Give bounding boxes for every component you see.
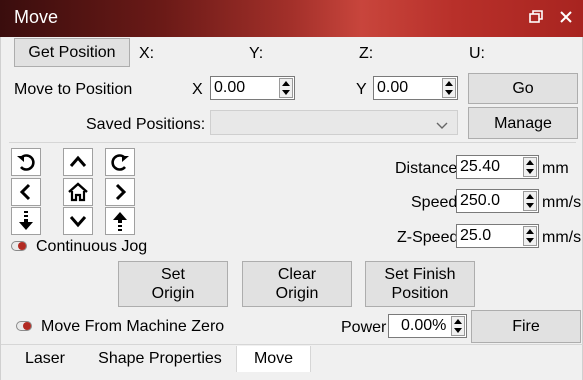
- x-position-label: X:: [139, 45, 155, 62]
- saved-positions-select[interactable]: [210, 110, 458, 135]
- close-icon[interactable]: [556, 7, 576, 27]
- arrow-right-icon[interactable]: [105, 178, 135, 206]
- move-y-value: 0.00: [377, 79, 409, 96]
- fire-button[interactable]: Fire: [471, 310, 581, 343]
- spin-arrows-icon[interactable]: [442, 78, 456, 98]
- distance-label: Distance: [395, 160, 458, 177]
- tab-laser[interactable]: Laser: [9, 346, 81, 372]
- move-from-machine-zero-label: Move From Machine Zero: [41, 318, 225, 335]
- spin-arrows-icon[interactable]: [523, 191, 537, 211]
- z-up-icon[interactable]: [105, 207, 135, 235]
- move-panel: Get Position X: Y: Z: U: Move to Positio…: [0, 37, 583, 380]
- move-y-label: Y: [356, 81, 367, 98]
- arrow-left-icon[interactable]: [11, 178, 41, 206]
- get-position-button[interactable]: Get Position: [14, 38, 130, 67]
- spin-arrows-icon[interactable]: [523, 226, 537, 246]
- home-icon[interactable]: [63, 178, 93, 206]
- move-to-position-label: Move to Position: [14, 81, 133, 98]
- z-speed-value: 25.0: [460, 227, 492, 244]
- chevron-down-icon: [435, 117, 449, 135]
- set-origin-button[interactable]: Set Origin: [118, 261, 228, 307]
- rotate-cw-icon[interactable]: [105, 148, 135, 176]
- manage-button[interactable]: Manage: [468, 107, 578, 139]
- y-position-label: Y:: [249, 45, 264, 62]
- spin-arrows-icon[interactable]: [451, 316, 465, 336]
- title-bar: Move: [0, 0, 583, 37]
- distance-value: 25.40: [460, 158, 501, 175]
- continuous-jog-toggle[interactable]: [11, 241, 27, 251]
- restore-window-icon[interactable]: [526, 7, 546, 27]
- power-value: 0.00%: [401, 317, 447, 334]
- tab-bar: Laser Shape Properties Move: [1, 344, 583, 380]
- move-x-input[interactable]: 0.00: [210, 76, 295, 100]
- move-x-label: X: [192, 81, 203, 98]
- speed-label: Speed: [411, 194, 458, 211]
- spin-arrows-icon[interactable]: [523, 157, 537, 177]
- speed-input[interactable]: 250.0: [456, 189, 539, 213]
- continuous-jog-label: Continuous Jog: [36, 238, 148, 255]
- tab-shape-properties[interactable]: Shape Properties: [85, 346, 235, 372]
- speed-unit: mm/s: [542, 194, 582, 211]
- z-position-label: Z:: [359, 45, 374, 62]
- spin-arrows-icon[interactable]: [279, 78, 293, 98]
- saved-positions-label: Saved Positions:: [86, 116, 206, 133]
- z-speed-input[interactable]: 25.0: [456, 224, 539, 248]
- power-label: Power: [341, 319, 387, 336]
- z-speed-unit: mm/s: [542, 229, 582, 246]
- set-finish-position-button[interactable]: Set Finish Position: [365, 261, 475, 307]
- move-x-value: 0.00: [214, 79, 246, 96]
- distance-input[interactable]: 25.40: [456, 155, 539, 179]
- arrow-up-icon[interactable]: [63, 148, 93, 176]
- z-down-icon[interactable]: [11, 207, 41, 235]
- arrow-down-icon[interactable]: [63, 207, 93, 235]
- divider: [9, 142, 576, 143]
- go-button[interactable]: Go: [468, 73, 578, 104]
- window-title: Move: [14, 7, 59, 27]
- speed-value: 250.0: [460, 192, 501, 209]
- power-input[interactable]: 0.00%: [388, 314, 467, 338]
- clear-origin-button[interactable]: Clear Origin: [242, 261, 352, 307]
- z-speed-label: Z-Speed: [397, 229, 459, 246]
- move-y-input[interactable]: 0.00: [373, 76, 458, 100]
- rotate-ccw-icon[interactable]: [11, 148, 41, 176]
- u-position-label: U:: [469, 45, 485, 62]
- move-from-machine-zero-toggle[interactable]: [16, 321, 32, 331]
- tab-move[interactable]: Move: [236, 346, 311, 372]
- distance-unit: mm: [542, 160, 569, 177]
